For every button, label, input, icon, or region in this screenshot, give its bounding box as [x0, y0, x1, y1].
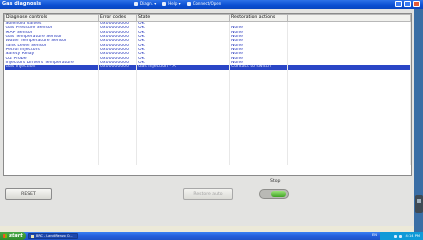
menu-item-help[interactable]: Help ▾	[162, 1, 181, 6]
column-header[interactable]: Restoration actions	[229, 14, 288, 22]
column-header-spacer	[287, 14, 411, 22]
table-header: Diagnose controls Error codes State Rest…	[4, 14, 411, 22]
taskbar: start BRC - LandiRenzo O... EN 4:14 PM	[0, 232, 423, 240]
empty-cell	[98, 69, 137, 165]
stop-toggle[interactable]	[259, 189, 289, 199]
menu-item-connect[interactable]: Connect/Open	[186, 1, 221, 6]
empty-cell	[229, 69, 288, 165]
clock[interactable]: 4:14 PM	[406, 234, 420, 238]
window-title: Gas diagnosis	[2, 1, 42, 7]
stop-label: Stop	[270, 179, 281, 184]
empty-cell	[4, 69, 99, 165]
maximize-button[interactable]	[404, 1, 411, 7]
diagnosis-table: Diagnose controls Error codes State Rest…	[3, 13, 412, 176]
title-bar: Gas diagnosis Diagn. ▾ Help ▾ Connect/Op…	[0, 0, 423, 9]
windows-logo-icon	[3, 234, 7, 238]
column-header[interactable]: Error codes	[98, 14, 137, 22]
menu-bar: Diagn. ▾ Help ▾ Connect/Open	[134, 1, 221, 6]
reset-button[interactable]: RESET	[5, 188, 52, 200]
start-label: start	[9, 233, 23, 239]
toggle-knob	[271, 191, 286, 197]
menu-item-diagn[interactable]: Diagn. ▾	[134, 1, 156, 6]
start-button[interactable]: start	[0, 232, 26, 240]
empty-cell	[287, 69, 411, 165]
app-icon	[31, 234, 34, 238]
empty-table-area	[4, 69, 411, 165]
restore-button[interactable]: Restore auto	[183, 188, 233, 200]
taskbar-item-brc[interactable]: BRC - LandiRenzo O...	[28, 233, 78, 239]
volume-icon[interactable]	[398, 234, 402, 238]
network-icon[interactable]	[393, 234, 397, 238]
window-controls	[395, 1, 420, 7]
help-icon	[162, 1, 167, 6]
app-area: Diagnose controls Error codes State Rest…	[0, 9, 414, 226]
column-header[interactable]: Diagnose controls	[4, 14, 99, 22]
column-header[interactable]: State	[136, 14, 230, 22]
empty-cell	[136, 69, 230, 165]
close-button[interactable]	[413, 1, 420, 7]
minimize-button[interactable]	[395, 1, 402, 7]
widget-icon	[417, 199, 421, 203]
language-indicator[interactable]: EN	[372, 233, 377, 237]
system-tray: 4:14 PM	[380, 232, 423, 240]
window-icon	[186, 1, 191, 6]
tool-icon	[134, 1, 138, 6]
taskbar-item-label: BRC - LandiRenzo O...	[36, 234, 73, 238]
side-widget[interactable]	[415, 195, 423, 213]
